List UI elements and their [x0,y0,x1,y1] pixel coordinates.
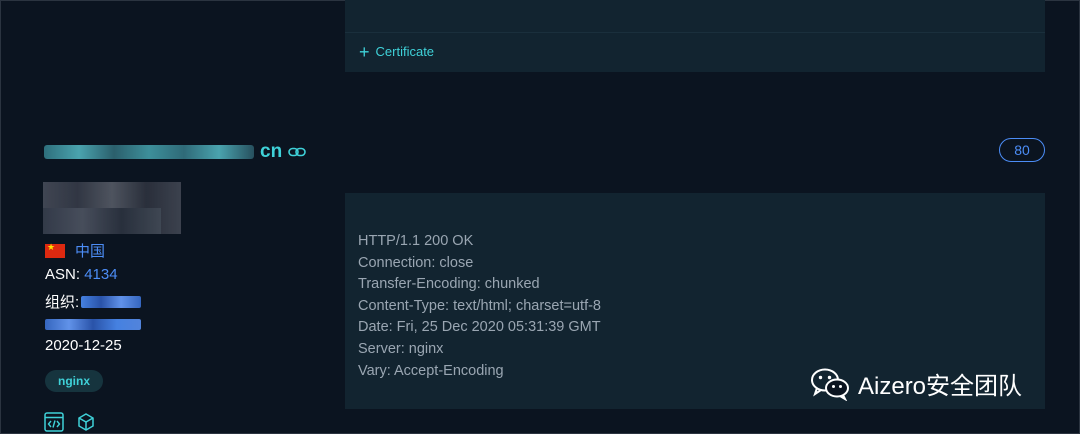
tag-nginx[interactable]: nginx [45,370,103,392]
response-line: Vary: Accept-Encoding [358,362,504,379]
response-line: Connection: close [358,254,474,271]
watermark: Aizero安全团队 [810,366,1022,401]
response-line: Transfer-Encoding: chunked [358,276,540,293]
response-line: HTTP/1.1 200 OK [358,233,474,249]
asn-label: ASN: [45,266,85,283]
divider [345,32,1045,33]
watermark-text: Aizero安全团队 [858,373,1023,400]
redacted-ip [43,182,181,234]
response-line: Date: Fri, 25 Dec 2020 05:31:39 GMT [358,319,601,336]
code-icon[interactable] [44,412,64,432]
link-icon[interactable] [288,147,306,157]
response-line: Content-Type: text/html; charset=utf-8 [358,297,601,314]
asn-row: ASN: 4134 [45,266,118,283]
redacted-org-line2[interactable] [45,319,141,330]
redacted-org[interactable] [81,295,142,308]
tool-icons [44,412,96,432]
host-link[interactable]: cn [44,140,306,164]
country-link[interactable]: 中国 [75,240,105,261]
china-flag-icon [45,242,65,258]
asn-value[interactable]: 4134 [84,266,117,283]
country-row: 中国 [45,240,105,261]
wechat-icon [811,368,849,401]
response-line: Server: nginx [358,340,444,357]
date: 2020-12-25 [45,337,122,354]
plus-icon: + [359,41,370,62]
port-badge[interactable]: 80 [999,138,1045,162]
redacted-domain [44,145,254,159]
certificate-label: Certificate [375,44,435,59]
http-headers: HTTP/1.1 200 OK Connection: close Transf… [358,231,601,382]
org-label: 组织: [45,294,80,311]
org-row: 组织: [45,291,142,312]
certificate-expand-button[interactable]: + Certificate [359,41,435,62]
cube-icon[interactable] [76,412,96,432]
domain-suffix: cn [260,141,283,162]
certificate-card: + Certificate [345,0,1045,72]
